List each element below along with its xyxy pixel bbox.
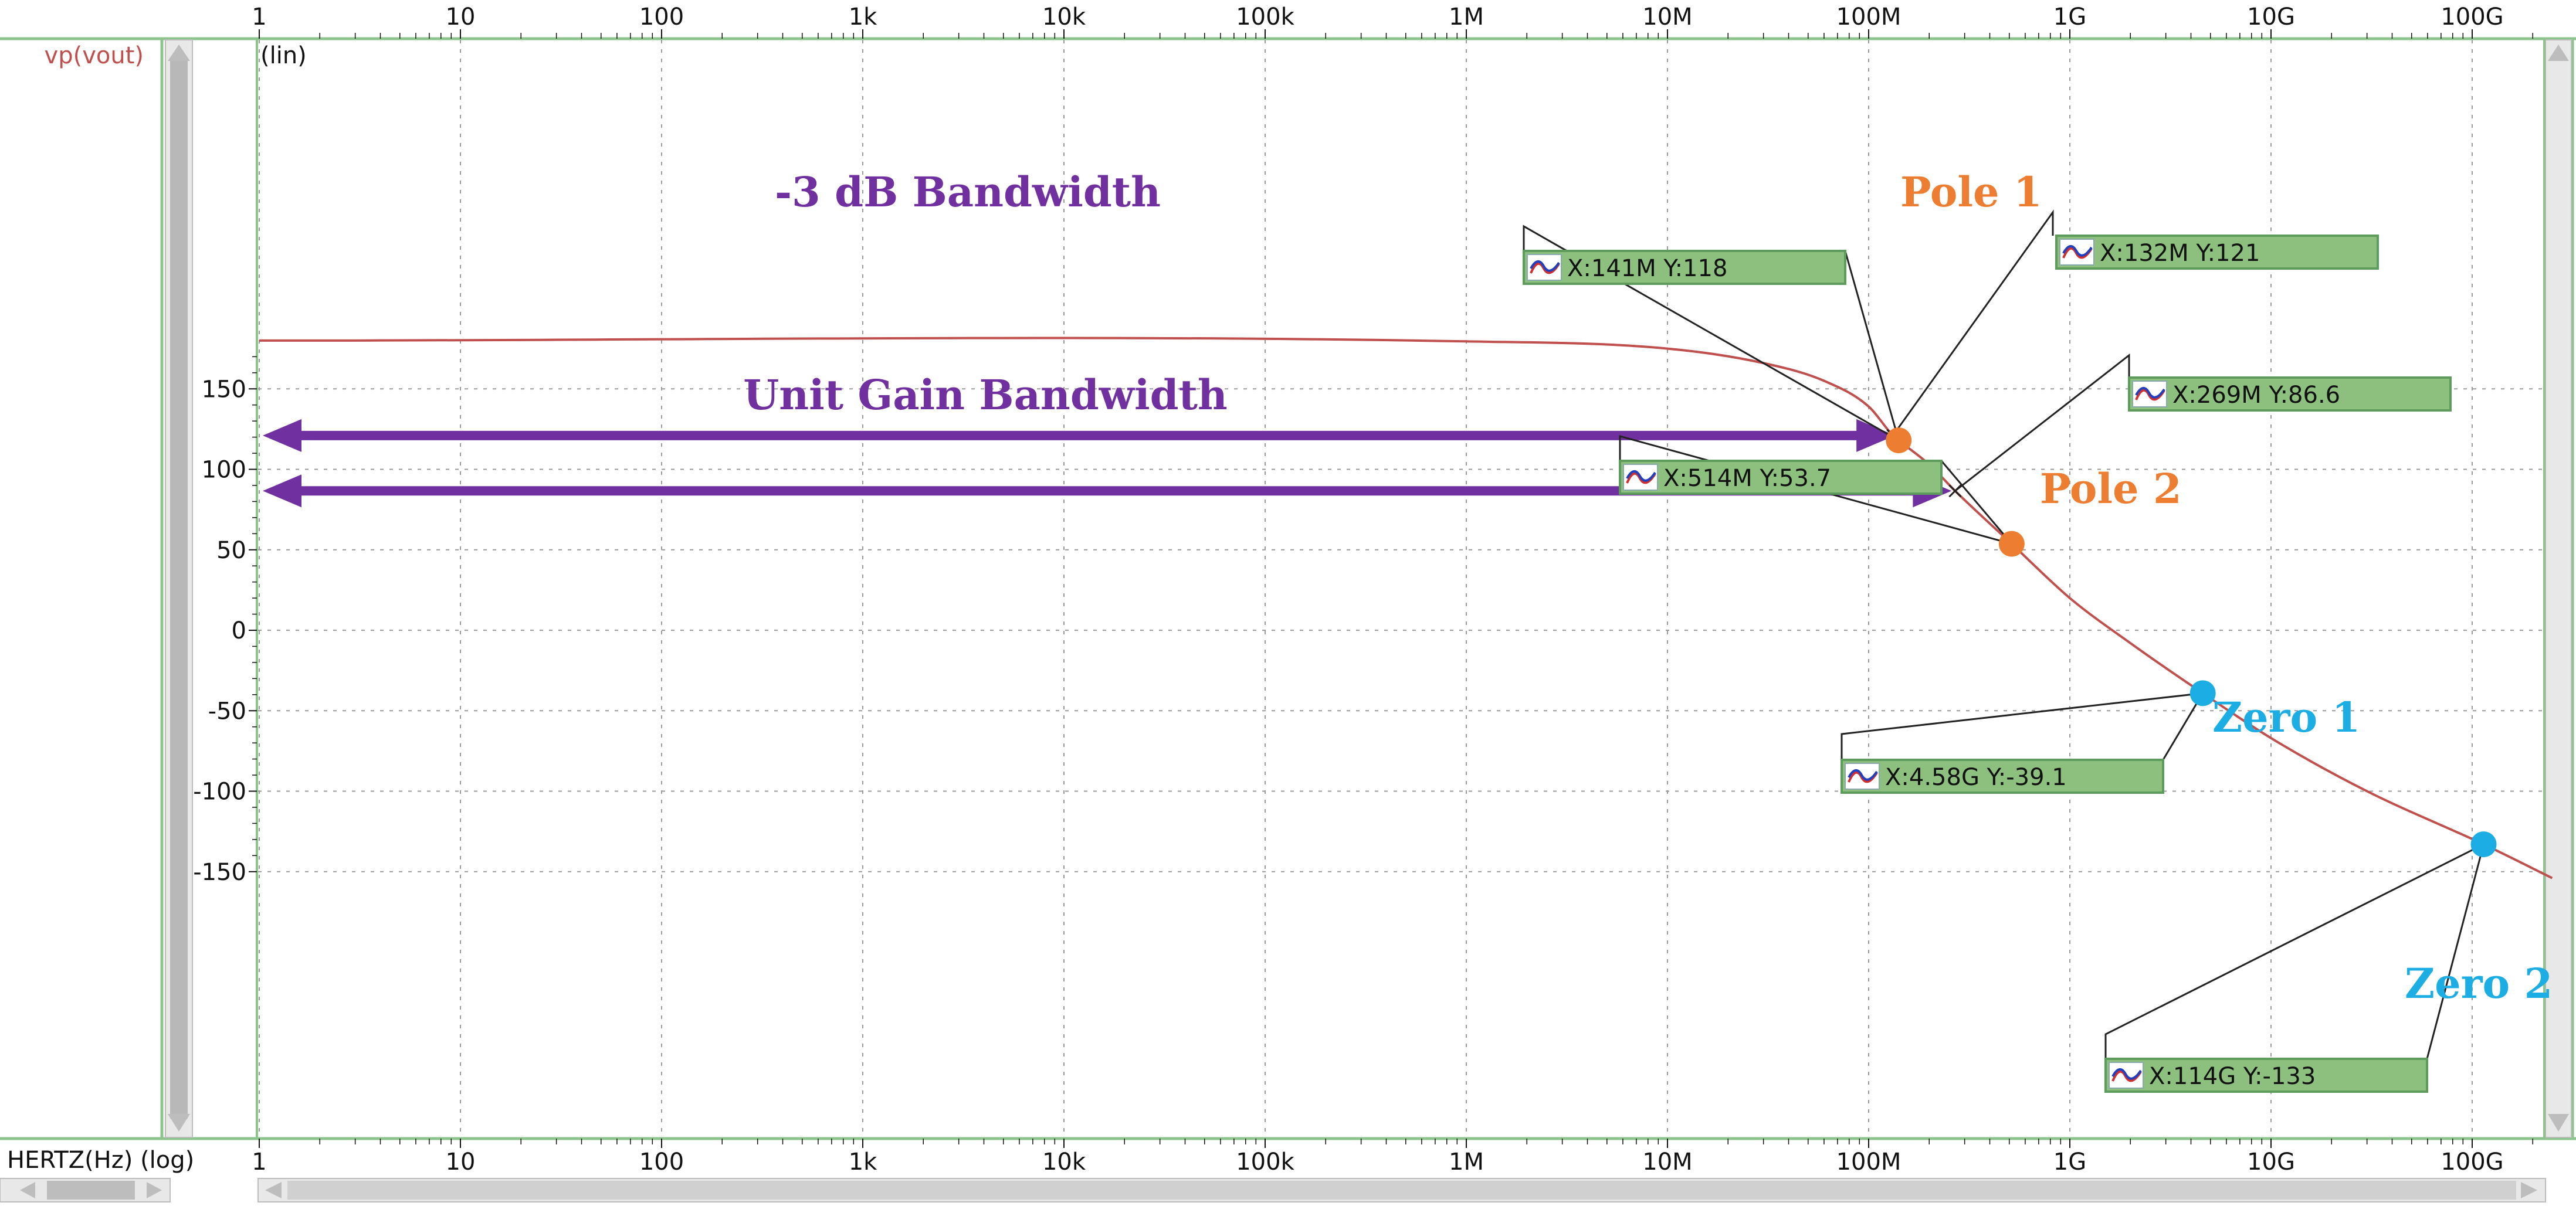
phase-plot: 1 1 10 10 100 100 1k 1k 10k 10k 100k 100k 1M 1M 10M 10M… — [0, 0, 2576, 1206]
marker-readout: X:514M Y:53.7 — [1663, 465, 1831, 492]
x-tick-label-bottom: 10G — [2247, 1149, 2295, 1176]
annotation-zero-2: Zero 2 — [2405, 959, 2553, 1008]
x-tick-label-top: 10G — [2247, 4, 2295, 30]
marker-readout: X:114G Y:-133 — [2149, 1063, 2316, 1090]
x-tick-label-top: 1 — [252, 4, 266, 30]
x-tick-label-bottom: 10 — [446, 1149, 476, 1176]
y-tick-label: -50 — [208, 698, 246, 725]
horizontal-scrollbar-left[interactable] — [0, 1178, 171, 1202]
highlight-dot — [1886, 427, 1912, 454]
highlight-dot — [2470, 831, 2497, 858]
x-tick-label-top: 1M — [1449, 4, 1484, 30]
marker-readout: X:269M Y:86.6 — [2172, 382, 2340, 409]
y-tick-label: -100 — [193, 779, 246, 806]
x-tick-label-bottom: 10M — [1642, 1149, 1692, 1176]
marker-readout: X:132M Y:121 — [2100, 240, 2260, 267]
x-tick-label-bottom: 100 — [639, 1149, 684, 1176]
x-tick-label-top: 10k — [1042, 4, 1086, 30]
marker-readout: X:4.58G Y:-39.1 — [1885, 764, 2067, 791]
annotation-zero-1: Zero 1 — [2212, 693, 2360, 742]
annotation-pole-1: Pole 1 — [1900, 168, 2042, 216]
y-tick-label: 0 — [232, 617, 246, 644]
x-tick-label-top: 10 — [446, 4, 476, 30]
x-tick-label-top: 100G — [2441, 4, 2503, 30]
x-tick-label-bottom: 100k — [1236, 1149, 1294, 1176]
x-tick-label-bottom: 1k — [849, 1149, 877, 1176]
y-tick-label: 100 — [202, 457, 246, 484]
annotation-unit-gain-bandwidth: Unit Gain Bandwidth — [743, 371, 1228, 419]
x-tick-label-bottom: 100G — [2441, 1149, 2503, 1176]
x-tick-label-bottom: 10k — [1042, 1149, 1086, 1176]
x-tick-label-bottom: 1G — [2053, 1149, 2086, 1176]
annotation-pole-2: Pole 2 — [2040, 464, 2182, 513]
plot-background — [0, 0, 2576, 1206]
highlight-dot — [1998, 531, 2025, 557]
x-axis-label: HERTZ(Hz) (log) — [7, 1147, 194, 1174]
x-tick-label-top: 100M — [1836, 4, 1902, 30]
y-scale-label: (lin) — [260, 42, 307, 69]
y-tick-label: -150 — [193, 859, 246, 886]
x-tick-label-top: 1G — [2053, 4, 2086, 30]
y-tick-label: 150 — [202, 376, 246, 403]
x-tick-label-bottom: 100M — [1836, 1149, 1902, 1176]
x-tick-label-top: 100 — [639, 4, 684, 30]
vertical-scrollbar-left[interactable] — [165, 39, 193, 1138]
signal-name-label: vp(vout) — [45, 42, 144, 69]
marker-readout: X:141M Y:118 — [1567, 255, 1727, 282]
x-tick-label-bottom: 1M — [1449, 1149, 1484, 1176]
x-tick-label-top: 100k — [1236, 4, 1294, 30]
horizontal-scrollbar-main[interactable] — [257, 1178, 2546, 1202]
x-tick-label-top: 10M — [1642, 4, 1692, 30]
y-tick-label: 50 — [216, 537, 246, 564]
x-tick-label-bottom: 1 — [252, 1149, 266, 1176]
x-tick-label-top: 1k — [849, 4, 877, 30]
annotation-3db-bandwidth: -3 dB Bandwidth — [775, 168, 1161, 216]
